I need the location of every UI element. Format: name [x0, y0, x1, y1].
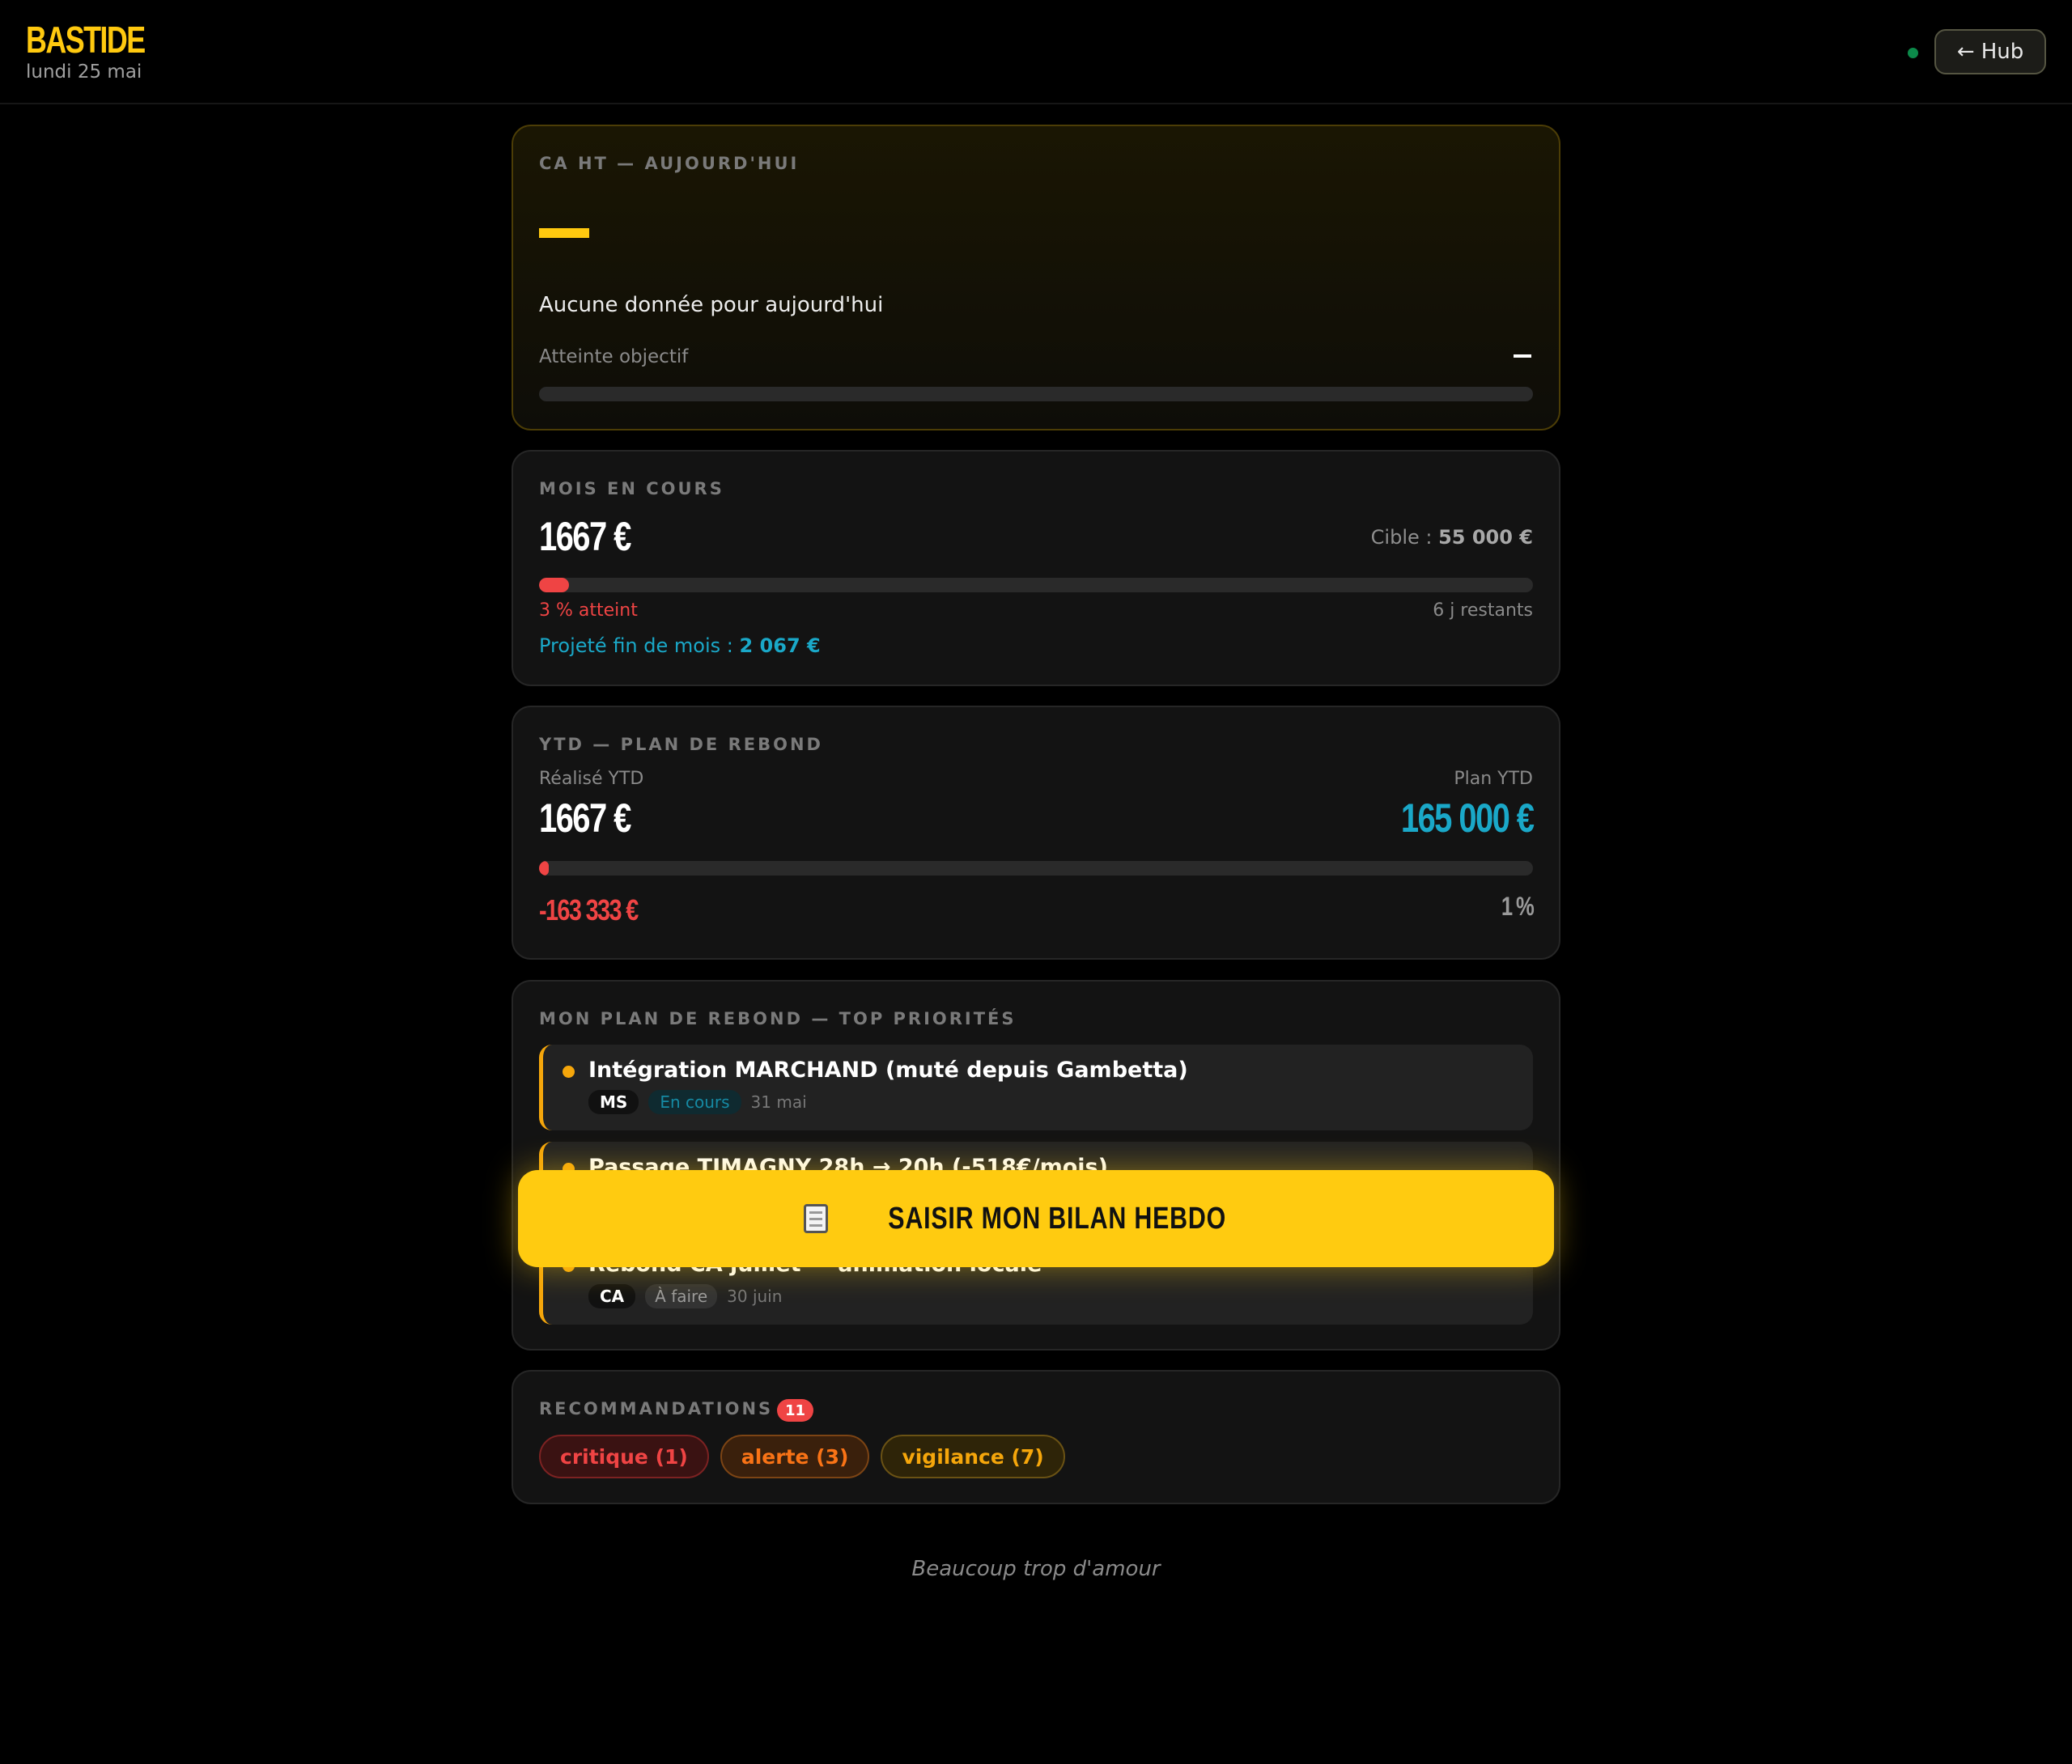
- filter-vigilance-chip[interactable]: vigilance (7): [881, 1435, 1065, 1478]
- current-month-card: MOIS EN COURS 1667 € Cible : 55 000 € 3 …: [512, 450, 1560, 686]
- filter-critique-chip[interactable]: critique (1): [539, 1435, 709, 1478]
- month-revenue-value: 1667 €: [539, 514, 631, 559]
- month-end-projection: Projeté fin de mois : 2 067 €: [539, 634, 821, 657]
- plan-ytd-label: Plan YTD: [1454, 769, 1533, 789]
- card-title: MOIS EN COURS: [539, 479, 724, 498]
- card-title: RECOMMANDATIONS: [539, 1399, 774, 1418]
- clipboard-icon: [803, 1204, 828, 1233]
- projection-prefix: Projeté fin de mois :: [539, 634, 740, 657]
- target-prefix: Cible :: [1370, 526, 1439, 549]
- plan-ytd-value: 165 000 €: [1400, 795, 1534, 841]
- month-progress-bar: [539, 578, 1533, 592]
- priority-meta: MS En cours 31 mai: [588, 1090, 807, 1114]
- app-header: BASTIDE lundi 25 mai ← Hub: [0, 0, 2072, 104]
- status-badge: À faire: [645, 1284, 718, 1308]
- recommendation-filters: critique (1) alerte (3) vigilance (7): [539, 1435, 1065, 1478]
- month-progress-fill: [539, 578, 569, 592]
- projection-value: 2 067 €: [739, 634, 821, 657]
- empty-value-dash: [539, 228, 589, 238]
- recommendations-card: RECOMMANDATIONS 11 critique (1) alerte (…: [512, 1370, 1560, 1504]
- priority-item[interactable]: Intégration MARCHAND (muté depuis Gambet…: [539, 1045, 1533, 1130]
- filter-alerte-chip[interactable]: alerte (3): [720, 1435, 870, 1478]
- target-value: 55 000 €: [1438, 526, 1533, 549]
- weekly-report-button[interactable]: SAISIR MON BILAN HEBDO: [518, 1170, 1554, 1267]
- current-date: lundi 25 mai: [26, 61, 142, 83]
- assignee-badge: CA: [588, 1284, 636, 1308]
- realised-ytd-value: 1667 €: [539, 795, 631, 841]
- objective-empty-dash: [1514, 354, 1531, 358]
- ytd-rebound-card: YTD — PLAN DE REBOND Réalisé YTD Plan YT…: [512, 706, 1560, 960]
- ytd-progress-bar: [539, 861, 1533, 876]
- card-title: CA HT — AUJOURD'HUI: [539, 154, 800, 173]
- connection-status-dot: [1908, 48, 1918, 58]
- footer-quote: Beaucoup trop d'amour: [911, 1557, 1161, 1581]
- due-date: 30 juin: [727, 1287, 783, 1306]
- card-title: MON PLAN DE REBOND — TOP PRIORITÉS: [539, 1009, 1017, 1028]
- priority-meta: CA À faire 30 juin: [588, 1284, 782, 1308]
- no-data-message: Aucune donnée pour aujourd'hui: [539, 293, 884, 317]
- due-date: 31 mai: [750, 1092, 807, 1112]
- month-reached-percent: 3 % atteint: [539, 600, 638, 621]
- today-revenue-card: CA HT — AUJOURD'HUI Aucune donnée pour a…: [512, 125, 1560, 430]
- rebound-plan-card: MON PLAN DE REBOND — TOP PRIORITÉS Intég…: [512, 980, 1560, 1351]
- recommendations-count-badge: 11: [777, 1399, 814, 1422]
- ytd-gap-value: -163 333 €: [539, 893, 639, 927]
- objective-progress-bar: [539, 387, 1533, 401]
- realised-ytd-label: Réalisé YTD: [539, 769, 644, 789]
- objective-label: Atteinte objectif: [539, 346, 689, 367]
- ytd-progress-fill: [539, 861, 550, 876]
- ytd-percent-value: 1 %: [1501, 892, 1535, 921]
- card-title: YTD — PLAN DE REBOND: [539, 735, 823, 754]
- back-to-hub-button[interactable]: ← Hub: [1934, 29, 2046, 74]
- assignee-badge: MS: [588, 1090, 639, 1114]
- priority-title: Intégration MARCHAND (muté depuis Gambet…: [588, 1058, 1188, 1083]
- priority-bullet-icon: [563, 1066, 575, 1078]
- month-target: Cible : 55 000 €: [1371, 526, 1533, 549]
- weekly-report-label: SAISIR MON BILAN HEBDO: [888, 1201, 1226, 1236]
- status-badge: En cours: [648, 1090, 741, 1114]
- days-remaining: 6 j restants: [1433, 600, 1533, 621]
- brand-logo: BASTIDE: [26, 19, 146, 61]
